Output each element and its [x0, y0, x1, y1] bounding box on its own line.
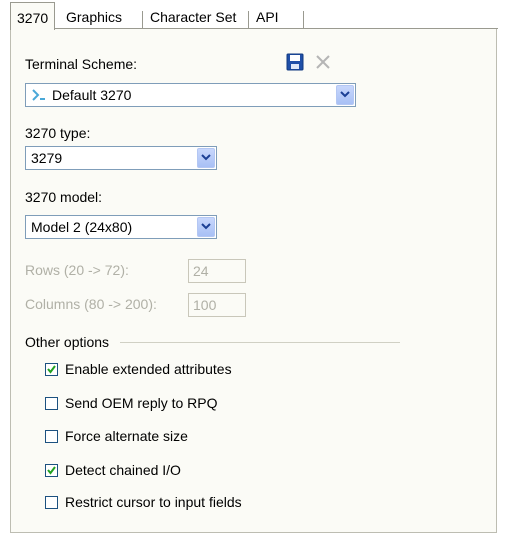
send-oem-label[interactable]: Send OEM reply to RPQ — [65, 395, 218, 411]
extended-attributes-label[interactable]: Enable extended attributes — [65, 361, 232, 377]
send-oem-checkbox[interactable] — [45, 397, 58, 410]
tab-api[interactable]: API — [250, 6, 285, 28]
tab-panel-3270: Terminal Scheme: Default 3270 3270 type:… — [10, 28, 498, 533]
save-icon[interactable] — [286, 53, 304, 71]
type-select[interactable]: 3279 — [25, 146, 217, 170]
terminal-scheme-select[interactable]: Default 3270 — [25, 83, 356, 107]
chevron-down-icon[interactable] — [336, 85, 354, 105]
terminal-scheme-value: Default 3270 — [52, 87, 132, 103]
force-alternate-size-label[interactable]: Force alternate size — [65, 428, 188, 444]
detect-chained-io-label[interactable]: Detect chained I/O — [65, 462, 181, 478]
chevron-down-icon[interactable] — [197, 148, 215, 168]
extended-attributes-checkbox[interactable] — [45, 363, 58, 376]
model-label: 3270 model: — [25, 189, 103, 205]
group-divider — [120, 342, 400, 343]
chevron-down-icon[interactable] — [197, 217, 215, 237]
type-value: 3279 — [31, 150, 63, 166]
other-options-label: Other options — [25, 334, 110, 350]
scheme-icon — [31, 88, 47, 102]
tab-strip: 3270 Graphics Character Set API — [0, 0, 507, 30]
terminal-scheme-label: Terminal Scheme: — [25, 56, 138, 72]
panel-border — [52, 28, 498, 29]
model-select[interactable]: Model 2 (24x80) — [25, 215, 217, 239]
delete-icon[interactable] — [314, 53, 332, 71]
tab-divider — [303, 11, 304, 28]
restrict-cursor-checkbox[interactable] — [45, 496, 58, 509]
detect-chained-io-checkbox[interactable] — [45, 464, 58, 477]
tab-character-set[interactable]: Character Set — [144, 6, 242, 28]
tab-divider — [248, 11, 249, 28]
columns-label: Columns (80 -> 200): — [25, 296, 157, 312]
tab-3270[interactable]: 3270 — [10, 2, 56, 30]
tab-graphics[interactable]: Graphics — [60, 6, 128, 28]
force-alternate-size-checkbox[interactable] — [45, 430, 58, 443]
columns-input[interactable]: 100 — [188, 293, 246, 317]
tab-divider — [142, 11, 143, 28]
type-label: 3270 type: — [25, 125, 91, 141]
rows-label: Rows (20 -> 72): — [25, 262, 129, 278]
restrict-cursor-label[interactable]: Restrict cursor to input fields — [65, 494, 242, 510]
rows-input[interactable]: 24 — [188, 259, 246, 283]
model-value: Model 2 (24x80) — [31, 219, 133, 235]
